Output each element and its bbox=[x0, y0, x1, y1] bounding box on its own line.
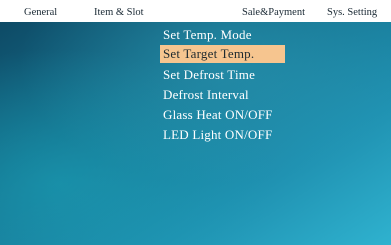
tab-bar: General Item & Slot Temp.Setting Sale&Pa… bbox=[0, 0, 391, 24]
menu-item-set-target-temp[interactable]: Set Target Temp. bbox=[160, 45, 285, 63]
menu-item-led-light[interactable]: LED Light ON/OFF bbox=[160, 126, 272, 144]
tab-sale-and-payment[interactable]: Sale&Payment bbox=[242, 7, 305, 19]
menu-item-set-defrost-time[interactable]: Set Defrost Time bbox=[160, 66, 255, 84]
tab-sys-setting[interactable]: Sys. Setting bbox=[327, 7, 377, 19]
tab-general[interactable]: General bbox=[24, 7, 57, 19]
tab-temp-setting[interactable]: Temp.Setting bbox=[156, 4, 229, 18]
menu-item-set-temp-mode[interactable]: Set Temp. Mode bbox=[160, 26, 252, 44]
settings-screen: General Item & Slot Temp.Setting Sale&Pa… bbox=[0, 0, 391, 245]
tab-item-and-slot[interactable]: Item & Slot bbox=[94, 7, 144, 19]
menu-item-glass-heat[interactable]: Glass Heat ON/OFF bbox=[160, 106, 273, 124]
menu-item-defrost-interval[interactable]: Defrost Interval bbox=[160, 86, 249, 104]
